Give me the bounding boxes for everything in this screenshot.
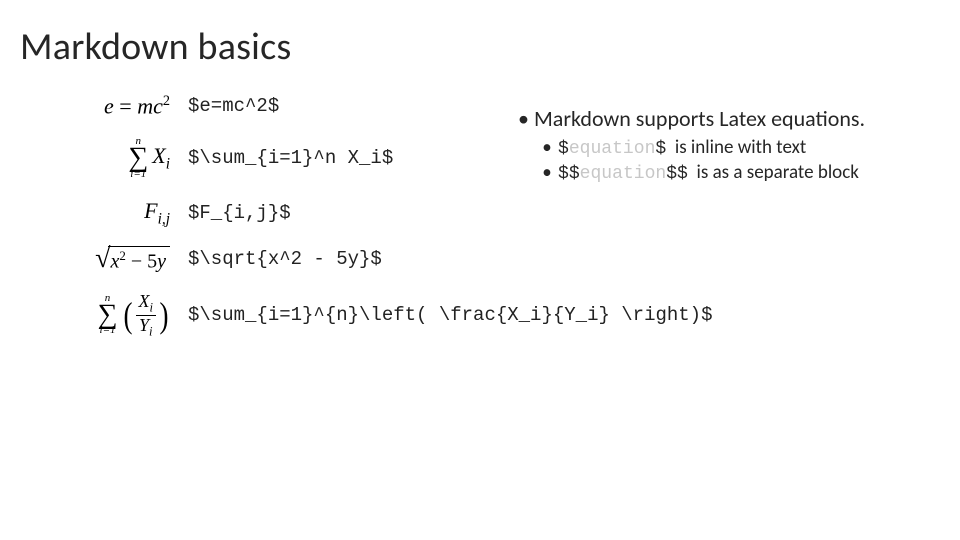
notes-sub-block: • $$equation$$ is as a separate block [542, 161, 938, 184]
code-equation-word: equation [580, 164, 667, 184]
slide: Markdown basics e = mc2 $e=mc^2$ n∑i=1 X… [0, 0, 960, 540]
bullet-icon: • [542, 136, 552, 159]
code-dollar: $$ [666, 164, 688, 184]
notes-inline-desc: is inline with text [675, 136, 806, 159]
rendered-equation-fij: Fi,j [20, 200, 188, 227]
code-dollar: $ [655, 139, 666, 159]
bullet-icon: • [542, 161, 552, 184]
rendered-equation-sum-xi: n∑i=1 Xi [20, 137, 188, 179]
code-equation-word: equation [569, 139, 656, 159]
equation-row: n∑i=1 ( Xi Yi ) $\sum_{i=1}^{n}\left( \f… [20, 292, 940, 339]
bullet-icon: • [518, 105, 528, 132]
notes-block: •Markdown supports Latex equations. •$eq… [518, 105, 938, 184]
latex-source: $\sqrt{x^2 - 5y}$ [188, 248, 382, 270]
equation-row: √ x2 − 5y $\sqrt{x^2 - 5y}$ [20, 246, 940, 272]
latex-source: $e=mc^2$ [188, 95, 279, 117]
latex-source: $\sum_{i=1}^n X_i$ [188, 147, 393, 169]
rendered-equation-sum-frac: n∑i=1 ( Xi Yi ) [20, 292, 188, 339]
page-title: Markdown basics [20, 24, 940, 70]
notes-main-bullet: •Markdown supports Latex equations. [518, 105, 938, 132]
code-dollar: $ [558, 139, 569, 159]
latex-source: $\sum_{i=1}^{n}\left( \frac{X_i}{Y_i} \r… [188, 304, 713, 326]
equation-row: Fi,j $F_{i,j}$ [20, 200, 940, 227]
rendered-equation-sqrt: √ x2 − 5y [20, 246, 188, 272]
notes-main-text: Markdown supports Latex equations. [534, 105, 865, 132]
latex-source: $F_{i,j}$ [188, 202, 291, 224]
rendered-equation-emc2: e = mc2 [20, 94, 188, 117]
notes-block-desc: is as a separate block [696, 161, 858, 184]
notes-sub-inline: • $equation$ is inline with text [542, 136, 938, 159]
code-dollar: $$ [558, 164, 580, 184]
